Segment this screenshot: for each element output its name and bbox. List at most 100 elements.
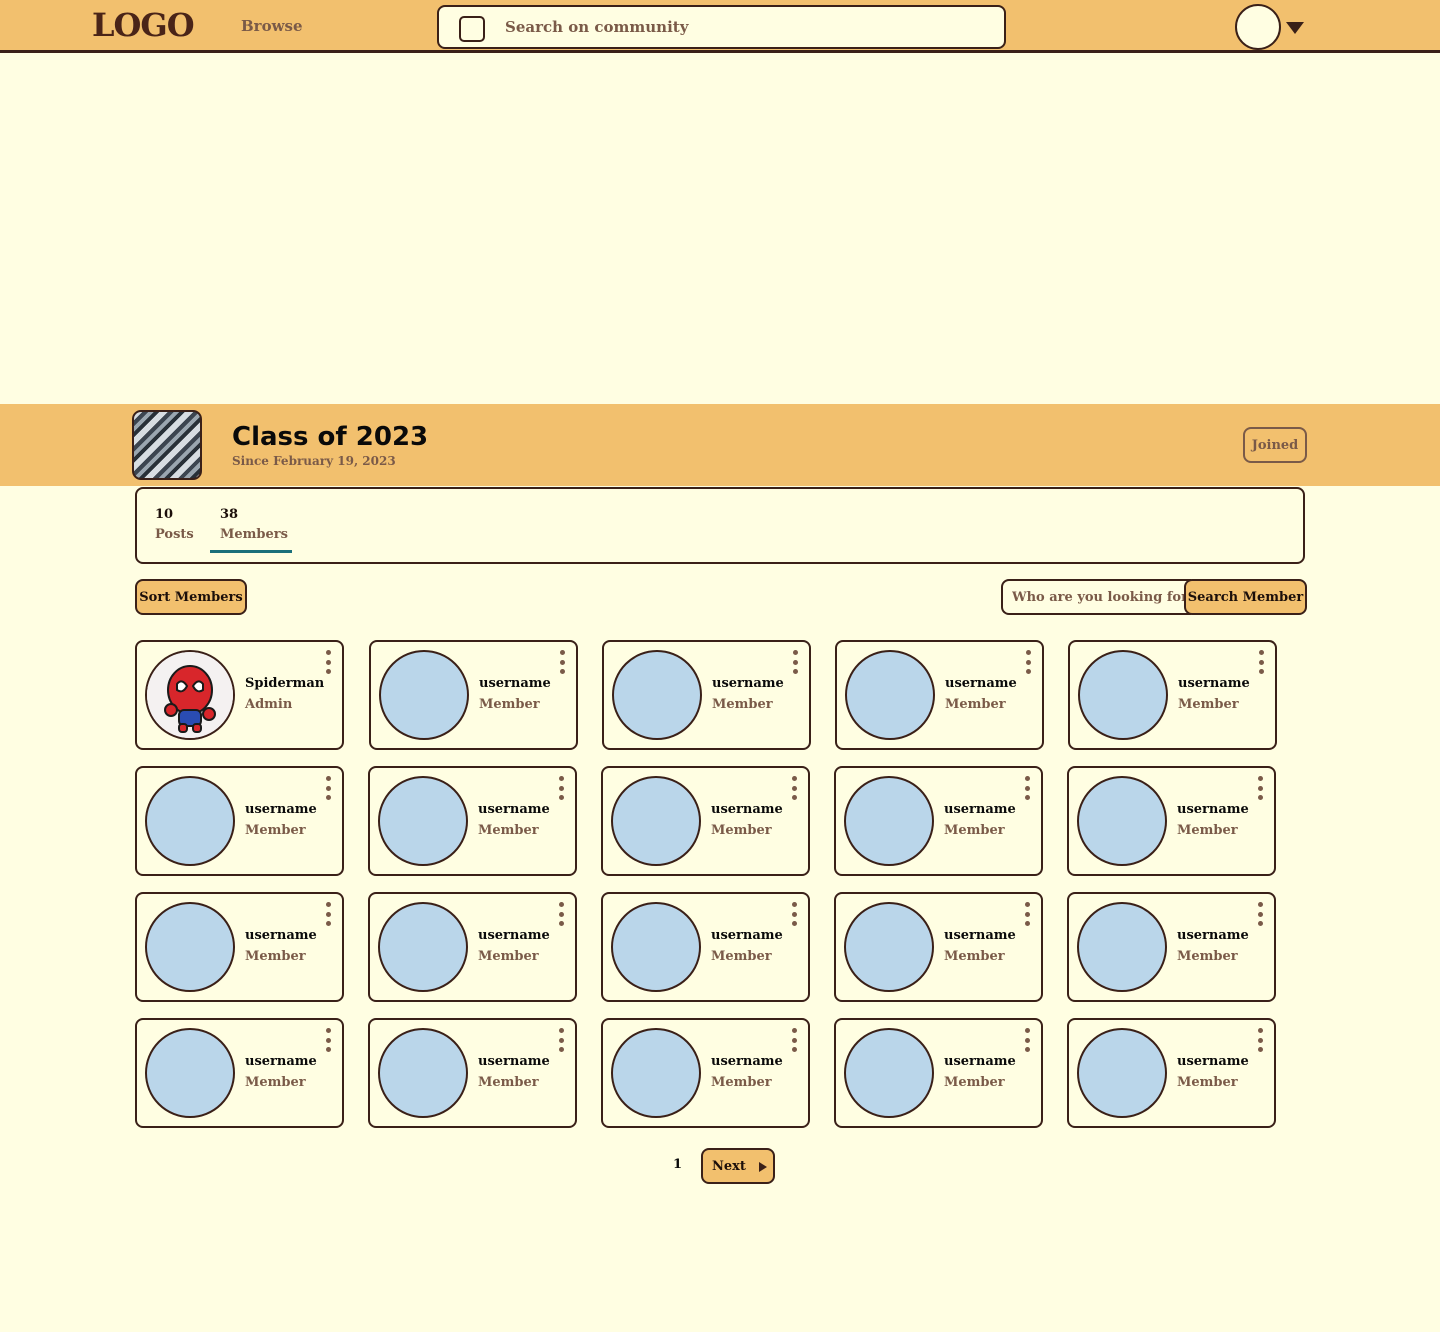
member-role: Member <box>479 697 540 712</box>
member-role: Member <box>711 823 772 838</box>
browse-link[interactable]: Browse <box>241 17 303 35</box>
member-avatar <box>378 1028 468 1118</box>
member-card[interactable]: username Member <box>1067 1018 1276 1128</box>
member-username: username <box>711 802 783 817</box>
member-avatar <box>1077 776 1167 866</box>
more-options-icon[interactable] <box>791 776 797 800</box>
member-username: username <box>1178 676 1250 691</box>
more-options-icon[interactable] <box>1257 902 1263 926</box>
member-search-input[interactable] <box>1001 579 1191 615</box>
member-avatar <box>611 776 701 866</box>
group-title: Class of 2023 <box>232 422 429 452</box>
search-placeholder: Search on community <box>505 18 689 36</box>
more-options-icon[interactable] <box>1257 1028 1263 1052</box>
more-options-icon[interactable] <box>559 650 565 674</box>
member-card[interactable]: username Member <box>602 640 811 750</box>
group-cover-image <box>132 410 202 480</box>
joined-button[interactable]: Joined <box>1243 427 1307 463</box>
member-role: Member <box>478 949 539 964</box>
member-username: username <box>944 1054 1016 1069</box>
member-avatar <box>1078 650 1168 740</box>
more-options-icon[interactable] <box>558 902 564 926</box>
member-avatar <box>844 902 934 992</box>
member-avatar <box>379 650 469 740</box>
member-username: username <box>478 802 550 817</box>
more-options-icon[interactable] <box>1025 650 1031 674</box>
more-options-icon[interactable] <box>791 902 797 926</box>
more-options-icon[interactable] <box>1024 1028 1030 1052</box>
member-avatar <box>1077 902 1167 992</box>
member-avatar <box>145 1028 235 1118</box>
member-username: username <box>245 928 317 943</box>
next-page-button[interactable]: Next <box>701 1148 775 1184</box>
member-card[interactable]: username Member <box>601 892 810 1002</box>
member-avatar <box>145 776 235 866</box>
member-card[interactable]: username Member <box>369 640 578 750</box>
community-search-bar[interactable]: Search on community <box>437 5 1006 49</box>
member-role: Member <box>245 823 306 838</box>
member-card[interactable]: username Member <box>835 640 1044 750</box>
member-username: username <box>478 1054 550 1069</box>
member-username: username <box>1177 928 1249 943</box>
next-label: Next <box>712 1158 746 1174</box>
member-card[interactable]: username Member <box>1068 640 1277 750</box>
member-avatar <box>612 650 702 740</box>
tab-members[interactable]: 38 Members <box>220 507 288 542</box>
member-card[interactable]: username Member <box>1067 892 1276 1002</box>
member-card[interactable]: username Member <box>834 766 1043 876</box>
member-card[interactable]: username Member <box>368 1018 577 1128</box>
member-username: username <box>944 802 1016 817</box>
member-username: username <box>711 1054 783 1069</box>
member-card[interactable]: username Member <box>368 766 577 876</box>
member-username: Spiderman <box>245 676 325 691</box>
logo[interactable]: LOGO <box>92 6 195 44</box>
member-card[interactable]: username Member <box>135 892 344 1002</box>
more-options-icon[interactable] <box>1258 650 1264 674</box>
more-options-icon[interactable] <box>792 650 798 674</box>
member-avatar <box>378 776 468 866</box>
member-card[interactable]: username Member <box>368 892 577 1002</box>
member-card[interactable]: username Member <box>135 1018 344 1128</box>
member-role: Member <box>712 697 773 712</box>
more-options-icon[interactable] <box>1257 776 1263 800</box>
search-member-button[interactable]: Search Member <box>1184 579 1307 615</box>
more-options-icon[interactable] <box>791 1028 797 1052</box>
member-avatar <box>378 902 468 992</box>
more-options-icon[interactable] <box>1024 902 1030 926</box>
member-avatar <box>611 1028 701 1118</box>
member-avatar <box>1077 1028 1167 1118</box>
spiderman-avatar-image <box>147 652 233 738</box>
member-card[interactable]: username Member <box>1067 766 1276 876</box>
member-avatar <box>145 902 235 992</box>
member-role: Member <box>1178 697 1239 712</box>
member-role: Member <box>944 949 1005 964</box>
member-card[interactable]: Spiderman Admin <box>135 640 344 750</box>
group-since-date: Since February 19, 2023 <box>232 454 396 468</box>
play-arrow-icon <box>759 1162 767 1172</box>
posts-label: Posts <box>155 527 194 542</box>
member-role: Member <box>245 949 306 964</box>
search-icon <box>459 16 485 42</box>
member-role: Member <box>1177 1075 1238 1090</box>
member-card[interactable]: username Member <box>135 766 344 876</box>
member-card[interactable]: username Member <box>834 892 1043 1002</box>
member-card[interactable]: username Member <box>601 766 810 876</box>
member-role: Member <box>1177 823 1238 838</box>
more-options-icon[interactable] <box>325 1028 331 1052</box>
more-options-icon[interactable] <box>558 1028 564 1052</box>
chevron-down-icon[interactable] <box>1286 22 1304 34</box>
current-page-number[interactable]: 1 <box>673 1157 682 1172</box>
member-card[interactable]: username Member <box>601 1018 810 1128</box>
more-options-icon[interactable] <box>325 776 331 800</box>
member-avatar <box>611 902 701 992</box>
more-options-icon[interactable] <box>558 776 564 800</box>
more-options-icon[interactable] <box>1024 776 1030 800</box>
sort-members-button[interactable]: Sort Members <box>135 579 247 615</box>
member-role: Member <box>1177 949 1238 964</box>
member-card[interactable]: username Member <box>834 1018 1043 1128</box>
user-avatar[interactable] <box>1235 4 1281 50</box>
more-options-icon[interactable] <box>325 902 331 926</box>
member-avatar <box>844 776 934 866</box>
tab-posts[interactable]: 10 Posts <box>155 507 194 542</box>
more-options-icon[interactable] <box>325 650 331 674</box>
